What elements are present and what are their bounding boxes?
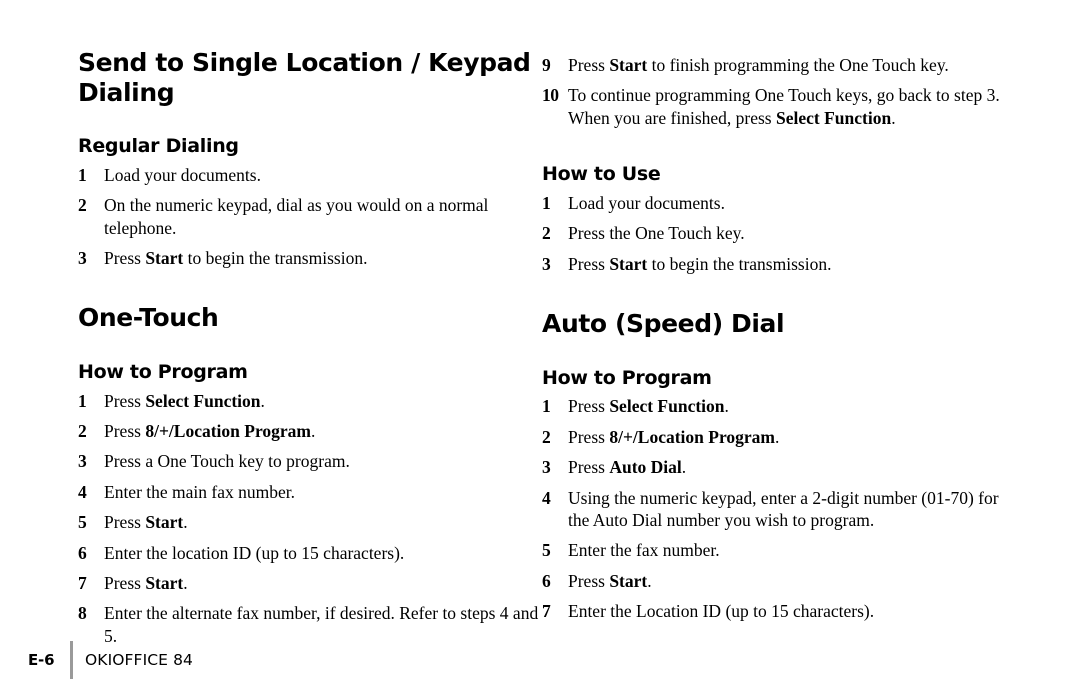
steps-one-touch-program-continued: 9 Press Start to finish programming the O… <box>542 54 1004 129</box>
section-title-auto-speed-dial: Auto (Speed) Dial <box>542 309 785 339</box>
step-item: 3 Press Start to begin the transmission. <box>542 253 1004 275</box>
step-text: Load your documents. <box>568 192 725 213</box>
step-number: 10 <box>542 85 559 106</box>
step-text: Press Auto Dial. <box>568 457 687 478</box>
step-text: Press Start. <box>104 512 188 533</box>
step-text: Enter the Location ID (up to 15 characte… <box>568 601 875 622</box>
left-column: Send to Single Location / Keypad Dialing… <box>78 48 540 647</box>
step-text: Press Start to finish programming the On… <box>568 55 949 75</box>
step-text: Enter the main fax number. <box>104 481 295 502</box>
step-number: 4 <box>78 481 87 502</box>
step-item: 2 Press 8/+/Location Program. <box>78 420 540 442</box>
step-text: Press 8/+/Location Program. <box>568 426 780 447</box>
step-text: To continue programming One Touch keys, … <box>568 85 1000 128</box>
step-item: 7 Press Start. <box>78 572 540 594</box>
step-item: 4 Using the numeric keypad, enter a 2-dig… <box>542 487 1004 532</box>
step-text: Load your documents. <box>104 164 261 185</box>
step-number: 4 <box>542 487 551 508</box>
step-number: 5 <box>78 512 87 533</box>
section-heading-regular-dialing: Regular Dialing <box>78 135 239 157</box>
step-item: 6 Press Start. <box>542 570 1004 592</box>
step-text: Press a One Touch key to program. <box>104 451 350 472</box>
section-heading-how-to-use: How to Use <box>542 163 661 186</box>
step-item: 5 Enter the fax number. <box>542 539 1004 561</box>
step-item: 2 Press the One Touch key. <box>542 222 1004 244</box>
steps-regular-dialing: 1 Load your documents. 2 On the numeric key… <box>78 164 540 270</box>
step-number: 6 <box>78 542 87 563</box>
section-title-one-touch: One-Touch <box>78 303 219 333</box>
step-item: 3 Press Auto Dial. <box>542 456 1004 478</box>
step-number: 1 <box>78 390 87 411</box>
step-number: 1 <box>542 396 551 417</box>
step-number: 3 <box>78 451 87 472</box>
step-text: Press Start to begin the transmission. <box>568 253 832 274</box>
step-item: 3 Press a One Touch key to program. <box>78 450 540 472</box>
step-text: Press Select Function. <box>104 390 265 411</box>
section-heading-one-touch-how-to-program: How to Program <box>78 360 248 383</box>
step-item: 7 Enter the Location ID (up to 15 charact… <box>542 600 1004 622</box>
step-text: On the numeric keypad, dial as you would… <box>104 195 489 238</box>
step-number: 2 <box>78 421 87 442</box>
step-item: 3 Press Start to begin the transmission. <box>78 247 540 269</box>
step-item: 2 On the numeric keypad, dial as you woul… <box>78 194 540 239</box>
document-page: Send to Single Location / Keypad Dialing… <box>0 0 1080 698</box>
step-number: 2 <box>542 223 551 244</box>
step-text: Press Start. <box>568 570 652 591</box>
step-item: 1 Load your documents. <box>542 192 1004 214</box>
step-number: 1 <box>542 192 551 213</box>
step-number: 3 <box>542 253 551 274</box>
step-item: 2 Press 8/+/Location Program. <box>542 426 1004 448</box>
step-number: 5 <box>542 540 551 561</box>
step-number: 9 <box>542 55 551 75</box>
step-number: 7 <box>78 573 87 593</box>
step-number: 1 <box>78 164 87 185</box>
step-number: 2 <box>542 426 551 447</box>
step-number: 3 <box>542 457 551 478</box>
step-item: 9 Press Start to finish programming the O… <box>542 54 1004 76</box>
page-footer: E-6 OKIOFFICE 84 <box>28 640 193 680</box>
footer-divider <box>70 641 73 679</box>
step-item: 1 Load your documents. <box>78 164 540 186</box>
page-title: Send to Single Location / Keypad Dialing <box>78 48 531 107</box>
step-item: 1 Press Select Function. <box>78 390 540 412</box>
step-item: 5 Press Start. <box>78 511 540 533</box>
step-item: 1 Press Select Function. <box>542 395 1004 417</box>
step-number: 2 <box>78 195 87 216</box>
step-text: Enter the fax number. <box>568 540 720 561</box>
steps-one-touch-program: 1 Press Select Function. 2 Press 8/+/Locati… <box>78 390 540 648</box>
step-number: 6 <box>542 570 551 591</box>
step-text: Using the numeric keypad, enter a 2-digi… <box>568 487 999 530</box>
step-item: 6 Enter the location ID (up to 15 charact… <box>78 542 540 564</box>
steps-auto-dial-program: 1 Press Select Function. 2 Press 8/+/Locati… <box>542 395 1004 622</box>
footer-page-number: E-6 <box>28 651 55 669</box>
step-text: Press Select Function. <box>568 396 729 417</box>
footer-product-name: OKIOFFICE 84 <box>85 651 194 669</box>
step-text: Press the One Touch key. <box>568 223 745 244</box>
right-column: 9 Press Start to finish programming the O… <box>542 48 1004 623</box>
steps-one-touch-how-to-use: 1 Load your documents. 2 Press the One Touc… <box>542 192 1004 275</box>
step-text: Press 8/+/Location Program. <box>104 421 316 442</box>
step-item: 10 To continue programming One Touch keys… <box>542 84 1004 129</box>
section-heading-auto-dial-how-to-program: How to Program <box>542 366 712 389</box>
step-text: Press Start to begin the transmission. <box>104 247 368 268</box>
step-number: 8 <box>78 603 87 624</box>
step-text: Enter the location ID (up to 15 characte… <box>104 542 405 563</box>
step-text: Press Start. <box>104 573 188 593</box>
step-item: 4 Enter the main fax number. <box>78 481 540 503</box>
step-number: 7 <box>542 601 551 622</box>
step-number: 3 <box>78 247 87 268</box>
